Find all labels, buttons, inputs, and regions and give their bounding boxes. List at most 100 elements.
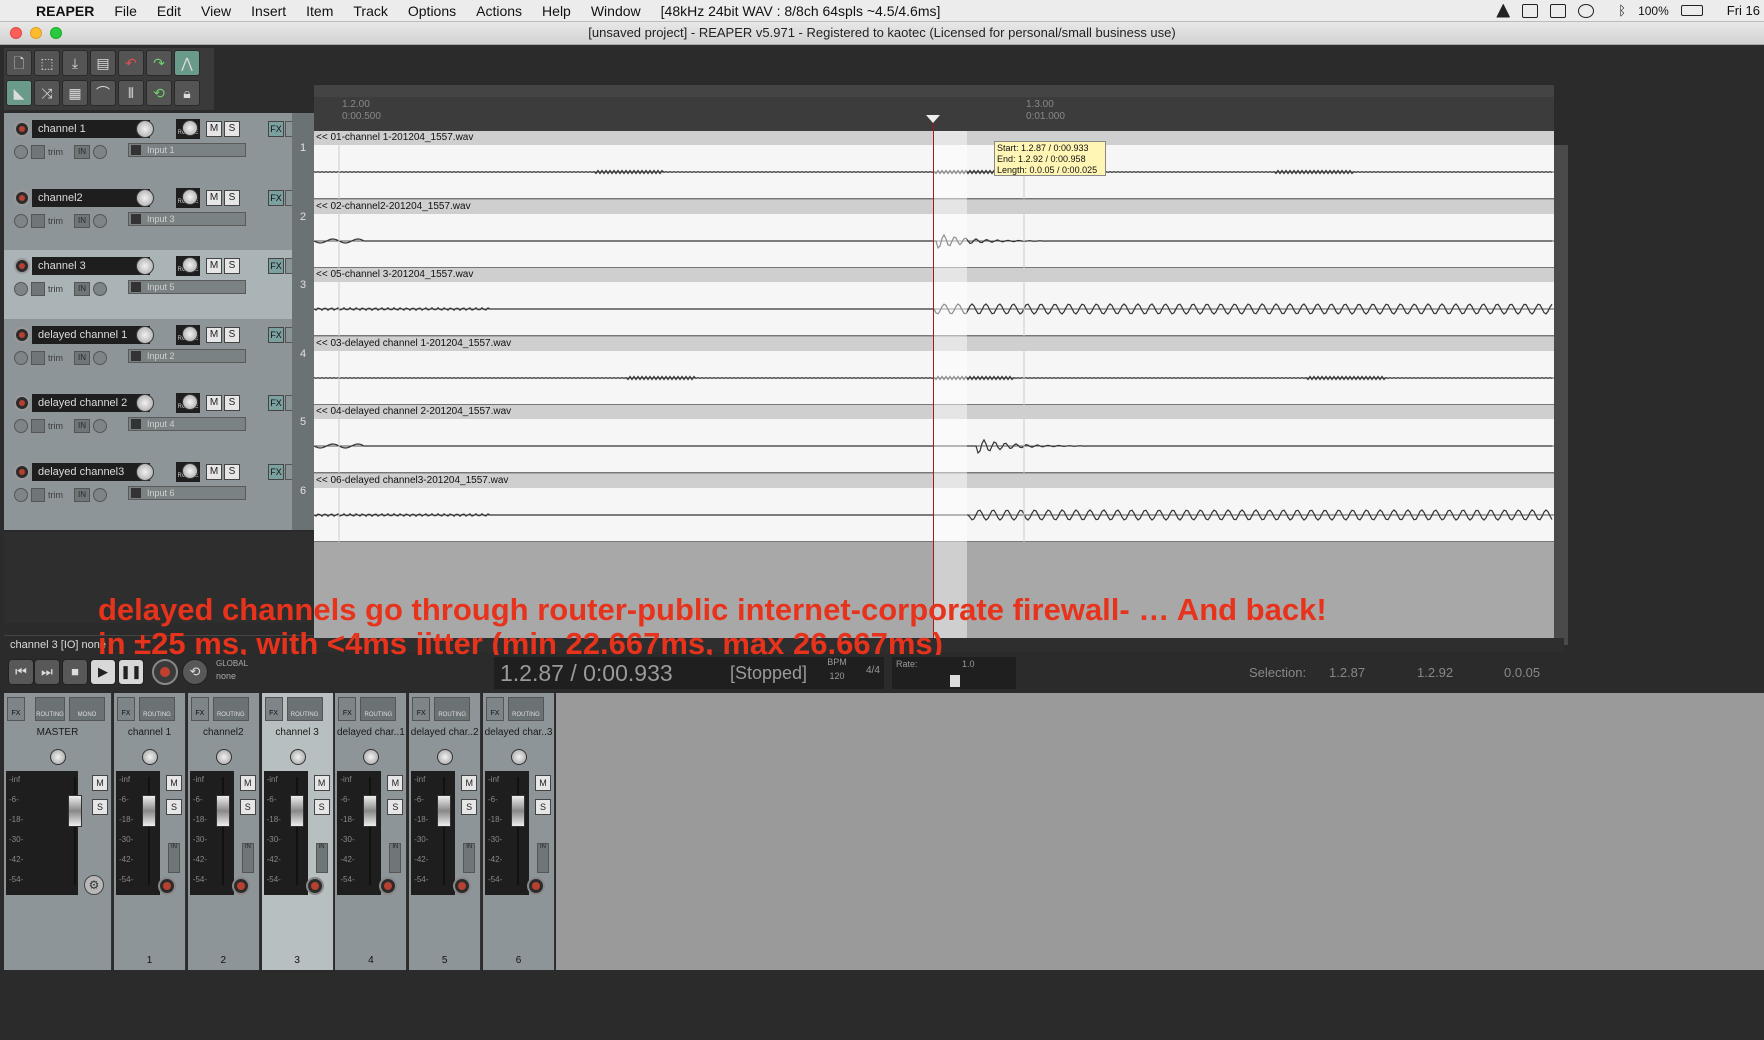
edit-cursor-marker-icon[interactable] [926,115,940,123]
open-project-icon[interactable]: ⬚ [34,50,60,76]
input-select[interactable]: Input 1 [128,143,246,157]
grid-lines-icon[interactable]: ⦀ [118,80,144,106]
strip-input-monitor[interactable]: IN [168,843,180,873]
phase-icon[interactable] [14,213,28,228]
gear-icon[interactable]: ⚙ [84,875,104,895]
strip-pan-knob[interactable] [289,749,306,765]
play-button[interactable]: ▶ [90,659,116,685]
strip-fader[interactable] [363,795,378,827]
record-arm-icon[interactable] [14,463,30,480]
pan-knob[interactable] [182,325,198,342]
strip-routing-button[interactable]: ROUTING [434,697,471,721]
menu-actions[interactable]: Actions [466,3,532,19]
strip-mute-button[interactable]: M [166,775,182,791]
pan-knob[interactable] [182,188,198,205]
record-arm-icon[interactable] [14,258,30,274]
strip-name[interactable]: channel2 [188,727,259,741]
monitor-dropdown-icon[interactable] [93,487,107,502]
mono-button[interactable]: MONO [69,697,105,721]
strip-record-arm-icon[interactable] [527,877,545,895]
strip-routing-button[interactable]: ROUTING [508,697,544,721]
solo-button[interactable]: S [224,326,240,343]
strip-input-monitor[interactable]: IN [389,843,402,873]
strip-input-monitor[interactable]: IN [241,843,254,873]
track-name[interactable]: delayed channel 2 [32,394,150,412]
strip-pan-knob[interactable] [437,749,454,765]
menu-window[interactable]: Window [581,3,651,19]
strip-pan-knob[interactable] [142,749,158,765]
strip-fader[interactable] [511,795,525,827]
track-panel[interactable]: delayed channel3ROUTEMSFXtrimINInput 66 [4,455,314,532]
strip-fx-button[interactable]: FX [190,697,209,721]
master-fx-button[interactable]: FX [7,697,25,721]
automation-mode[interactable]: none [216,671,236,681]
monitor-dropdown-icon[interactable] [93,213,107,228]
menu-edit[interactable]: Edit [147,3,191,19]
track-name[interactable]: channel 3 [32,257,150,275]
strip-fader[interactable] [437,795,452,827]
fx-button[interactable]: FX [268,258,284,274]
vertical-scrollbar[interactable] [1554,145,1568,645]
strip-name[interactable]: channel 1 [114,727,185,741]
track-name[interactable]: channel2 [32,188,150,207]
selection-end[interactable]: 1.2.92 [1417,665,1453,680]
master-mute-button[interactable]: M [92,775,108,791]
fx-button[interactable]: FX [268,395,284,411]
shield-icon[interactable] [1578,3,1595,18]
track-panel[interactable]: delayed channel 1ROUTEMSFXtrimINInput 24 [4,318,314,395]
volume-knob[interactable] [136,325,154,344]
strip-routing-button[interactable]: ROUTING [139,697,175,721]
phase-icon[interactable] [14,282,28,296]
track-panel[interactable]: channel2ROUTEMSFXtrimINInput 32 [4,181,314,258]
mute-button[interactable]: M [206,189,222,206]
rate-control[interactable]: Rate: 1.0 [892,657,1016,689]
phase-icon[interactable] [14,145,28,159]
monitor-dropdown-icon[interactable] [93,350,107,365]
clock[interactable]: Fri 16 [1727,3,1760,18]
edit-cursor[interactable] [933,121,934,638]
input-monitor-button[interactable]: IN [74,282,90,296]
envelope-icon[interactable] [31,145,45,159]
track-panel[interactable]: channel 1ROUTEMSFXtrimINInput 11 [4,113,314,189]
strip-fx-button[interactable]: FX [338,697,357,721]
track-name[interactable]: delayed channel 1 [32,325,150,344]
solo-button[interactable]: S [224,395,240,411]
mixer-strip[interactable]: FX ROUTING delayed char..1 -inf -6- -18- -30- -… [335,693,408,970]
fx-button[interactable]: FX [268,463,284,480]
volume-knob[interactable] [136,188,154,207]
envelope-icon[interactable] [31,282,45,296]
strip-record-arm-icon[interactable] [305,877,324,895]
menu-item[interactable]: Item [296,3,343,19]
input-monitor-button[interactable]: IN [74,419,90,433]
input-monitor-button[interactable]: IN [74,350,90,365]
rate-slider[interactable] [950,675,960,687]
input-select[interactable]: Input 3 [128,211,246,226]
mute-button[interactable]: M [206,395,222,411]
record-arm-icon[interactable] [14,189,30,206]
mixer-strip[interactable]: FX ROUTING delayed char..2 -inf -6- -18- -30- -… [409,693,482,970]
strip-input-monitor[interactable]: IN [537,843,549,873]
strip-solo-button[interactable]: S [535,799,551,815]
pan-knob[interactable] [182,120,198,136]
input-select[interactable]: Input 5 [128,280,246,294]
pan-knob[interactable] [182,257,198,273]
loop-icon[interactable]: ⟲ [146,80,172,106]
mixer-strip[interactable]: FX ROUTING channel2 -inf -6- -18- -30- -42- -54-… [187,693,260,970]
strip-name[interactable]: delayed char..1 [335,727,406,741]
fx-button[interactable]: FX [268,189,284,206]
strip-solo-button[interactable]: S [313,799,330,815]
strip-input-monitor[interactable]: IN [463,843,476,873]
pause-button[interactable]: ❚❚ [118,659,144,685]
battery-icon[interactable] [1680,5,1703,16]
new-project-icon[interactable]: 🗋 [6,50,32,76]
strip-solo-button[interactable]: S [461,799,478,815]
strip-record-arm-icon[interactable] [453,877,472,895]
track-name[interactable]: channel 1 [32,120,150,138]
screen-icon[interactable] [1522,3,1539,18]
time-selection[interactable] [934,131,967,638]
master-fader[interactable] [68,795,82,827]
strip-mute-button[interactable]: M [239,775,256,791]
strip-fader[interactable] [289,795,304,827]
mixer-strip[interactable]: FX ROUTING channel 1 -inf -6- -18- -30- -42- -54… [114,693,186,970]
master-strip[interactable]: FX ROUTING MONO MASTER -inf -6- -18- -30- -42- -5… [4,693,112,970]
